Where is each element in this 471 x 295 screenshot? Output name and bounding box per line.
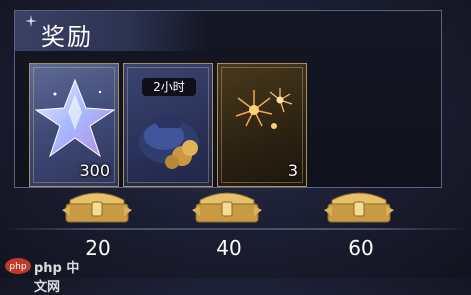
reward-quantity: 3 xyxy=(287,161,298,180)
title-bar: 奖励 xyxy=(15,11,207,51)
gold-chest-icon[interactable] xyxy=(62,186,132,226)
milestone-value: 60 xyxy=(348,236,374,260)
reward-panel: 奖励 300 2小时 3 xyxy=(14,10,442,188)
sparkle-icon xyxy=(25,15,37,27)
reward-card-crystal[interactable]: 300 xyxy=(29,63,119,187)
svg-text:php: php xyxy=(9,262,26,272)
reward-card-fireworks[interactable]: 3 xyxy=(217,63,307,187)
reward-quantity: 300 xyxy=(79,161,110,180)
gold-chest-icon[interactable] xyxy=(192,186,262,226)
watermark: php php 中文网 xyxy=(4,256,84,295)
php-logo-icon: php xyxy=(5,258,31,274)
gold-chest-icon[interactable] xyxy=(324,186,394,226)
panel-title: 奖励 xyxy=(41,23,93,51)
milestone-value: 40 xyxy=(216,236,242,260)
duration-badge: 2小时 xyxy=(142,78,196,96)
progress-track xyxy=(0,228,471,230)
reward-card-bag[interactable]: 2小时 xyxy=(123,63,213,187)
watermark-text: php 中文网 xyxy=(34,261,80,295)
